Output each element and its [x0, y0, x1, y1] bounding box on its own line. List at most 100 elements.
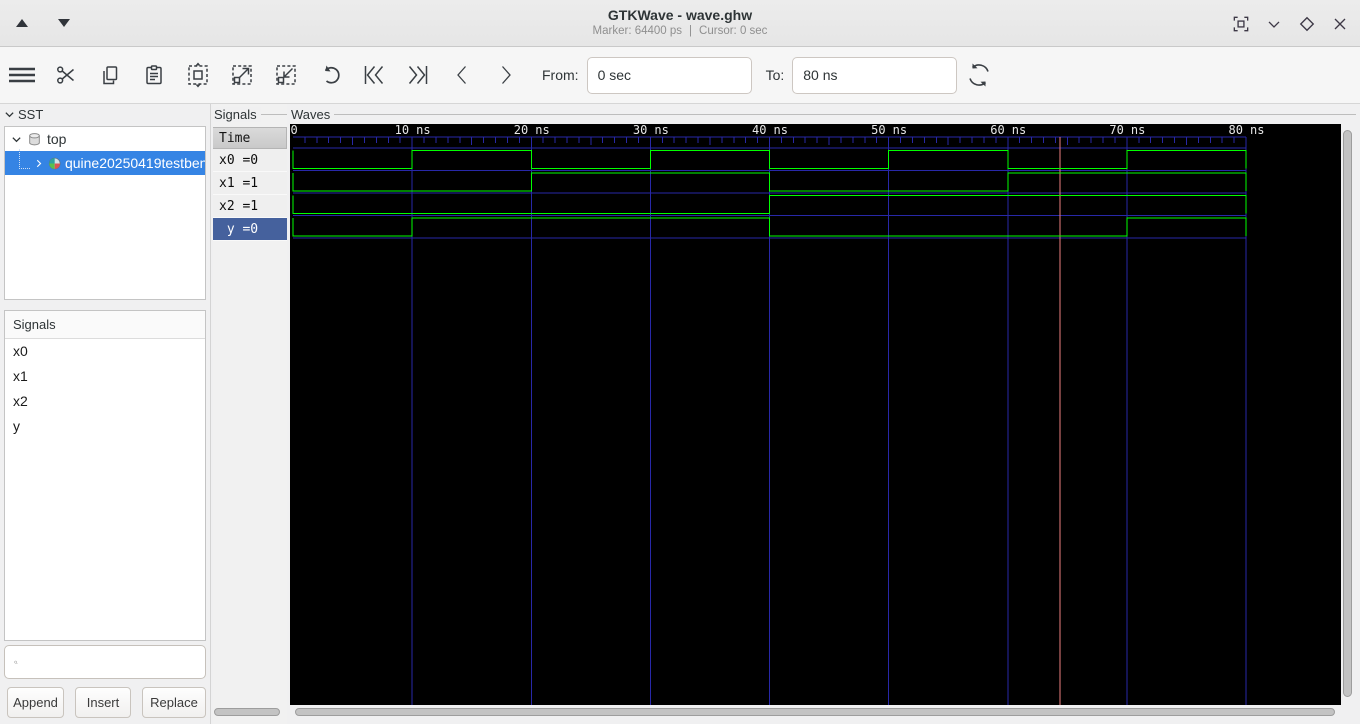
cursor-status: Cursor: 0 sec	[699, 25, 768, 37]
collapse-chevron-icon	[5, 112, 14, 118]
tree-item-label: top	[47, 131, 67, 147]
go-end-button[interactable]	[396, 53, 440, 97]
signal-row-y[interactable]: y =0	[213, 218, 287, 241]
waves-frame-label: Waves	[291, 107, 335, 122]
svg-text:ns: ns	[416, 124, 430, 137]
signals-column: Signals Time x0 =0 x1 =1 x2 =1 y =0	[213, 104, 287, 724]
svg-text:50: 50	[871, 124, 885, 137]
go-end-icon	[408, 66, 428, 84]
waves-horizontal-scrollbar[interactable]	[292, 707, 1357, 717]
replace-button[interactable]: Replace	[142, 687, 206, 718]
cut-scissors-icon	[57, 66, 74, 84]
triangle-up-icon	[16, 19, 28, 27]
svg-text:ns: ns	[1012, 124, 1026, 137]
tree-connector	[19, 149, 30, 169]
expander-right-icon[interactable]	[34, 158, 44, 169]
scrollbar-thumb[interactable]	[295, 708, 1335, 716]
chevron-down-icon	[1268, 21, 1280, 28]
chevron-right-icon	[502, 66, 511, 84]
svg-text:ns: ns	[654, 124, 668, 137]
svg-text:ns: ns	[1131, 124, 1145, 137]
maximize-button[interactable]	[1295, 12, 1319, 36]
signals-frame-label: Signals	[214, 107, 261, 122]
list-item-x1[interactable]: x1	[5, 364, 205, 389]
svg-text:ns: ns	[774, 124, 788, 137]
go-start-button[interactable]	[352, 53, 396, 97]
signal-row-x2[interactable]: x2 =1	[213, 195, 287, 218]
window-status: Marker: 64400 ps | Cursor: 0 sec	[0, 24, 1360, 39]
zoom-out-button[interactable]	[264, 53, 308, 97]
from-label: From:	[542, 67, 579, 83]
zoom-in-button[interactable]	[220, 53, 264, 97]
to-label: To:	[765, 67, 785, 83]
zoom-fit-icon	[188, 62, 208, 88]
zoom-undo-button[interactable]	[308, 53, 352, 97]
frame-border	[261, 114, 287, 115]
sst-tree: top quine20250419testbench	[4, 126, 206, 300]
maximize-diamond-icon	[1299, 16, 1315, 32]
go-next-button[interactable]	[484, 53, 528, 97]
fullscreen-button[interactable]	[1229, 12, 1253, 36]
module-cylinder-icon	[29, 132, 40, 145]
zoom-in-icon	[232, 65, 252, 85]
time-column-header[interactable]: Time	[213, 127, 287, 149]
list-item-x2[interactable]: x2	[5, 389, 205, 414]
list-item-y[interactable]: y	[5, 414, 205, 439]
search-input[interactable]	[24, 650, 205, 674]
signal-row-x0[interactable]: x0 =0	[213, 149, 287, 172]
marker-status: Marker: 64400 ps	[592, 25, 683, 37]
signal-actions: Append Insert Replace	[0, 687, 211, 719]
status-separator: |	[689, 25, 693, 37]
paste-button[interactable]	[132, 53, 176, 97]
reload-icon	[969, 63, 990, 87]
waves-vertical-scrollbar[interactable]	[1343, 128, 1353, 703]
tree-item-top[interactable]: top	[5, 127, 205, 151]
gtkwave-window: GTKWave - wave.ghw Marker: 64400 ps | Curs…	[0, 0, 1360, 724]
zoom-fit-button[interactable]	[176, 53, 220, 97]
copy-button[interactable]	[88, 53, 132, 97]
sst-panel: SST top quine20250419testbe Signals x0 x…	[0, 104, 211, 724]
sst-panel-header[interactable]: SST	[4, 107, 43, 122]
zoom-out-icon	[276, 65, 296, 85]
svg-text:40: 40	[752, 124, 766, 137]
svg-text:30: 30	[633, 124, 647, 137]
to-input[interactable]	[792, 56, 958, 94]
go-prev-button[interactable]	[440, 53, 484, 97]
fullscreen-icon	[1233, 16, 1249, 32]
tree-item-testbench[interactable]: quine20250419testbench	[5, 149, 205, 175]
scroll-down-button[interactable]	[50, 10, 78, 36]
component-sphere-icon	[48, 157, 61, 169]
append-button[interactable]: Append	[7, 687, 64, 718]
scrollbar-thumb[interactable]	[1343, 130, 1352, 697]
titlebar: GTKWave - wave.ghw Marker: 64400 ps | Curs…	[0, 0, 1360, 47]
signal-list-header: Signals	[5, 311, 205, 339]
close-icon	[1334, 18, 1346, 30]
cut-button[interactable]	[44, 53, 88, 97]
wave-canvas[interactable]: 0 10 ns 20 ns 30 ns 40 ns 50 ns 60 ns 70 ns 80 ns	[290, 124, 1341, 705]
expander-down-icon[interactable]	[11, 134, 22, 145]
window-title: GTKWave - wave.ghw	[607, 7, 753, 23]
tree-item-label: quine20250419testbench	[64, 155, 205, 171]
paste-clipboard-icon	[146, 65, 162, 85]
from-input[interactable]	[586, 56, 752, 94]
svg-text:70: 70	[1109, 124, 1123, 137]
svg-text:ns: ns	[1250, 124, 1264, 137]
reload-button[interactable]	[957, 53, 1001, 97]
zoom-undo-icon	[324, 65, 340, 84]
svg-text:10: 10	[395, 124, 409, 137]
signal-list-box: Signals x0 x1 x2 y	[4, 310, 206, 641]
toolbar: From: To:	[0, 47, 1360, 104]
menu-button[interactable]	[0, 53, 44, 97]
signals-horizontal-scrollbar[interactable]	[214, 708, 282, 716]
scrollbar-thumb[interactable]	[214, 708, 280, 716]
signal-row-x1[interactable]: x1 =1	[213, 172, 287, 195]
chevron-left-icon	[457, 66, 466, 84]
scroll-up-button[interactable]	[8, 10, 36, 36]
list-item-x0[interactable]: x0	[5, 339, 205, 364]
svg-text:20: 20	[514, 124, 528, 137]
insert-button[interactable]: Insert	[75, 687, 131, 718]
svg-text:60: 60	[990, 124, 1004, 137]
close-button[interactable]	[1328, 12, 1352, 36]
minimize-button[interactable]	[1262, 12, 1286, 36]
signal-search[interactable]	[4, 645, 206, 679]
